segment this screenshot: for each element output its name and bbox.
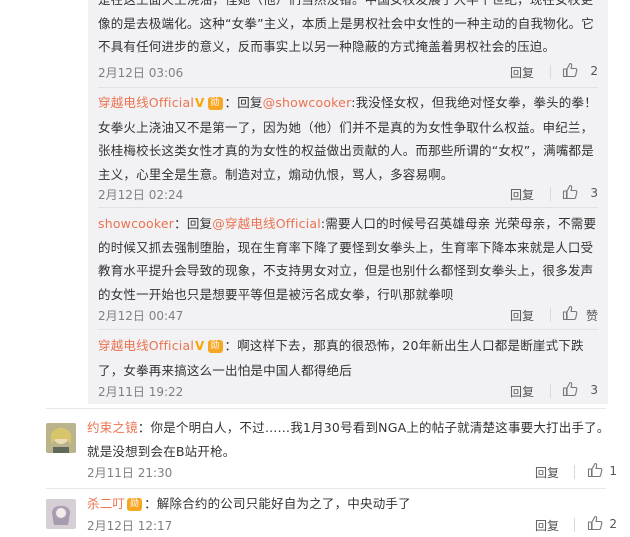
like-count: 2 [609,517,617,531]
like-button[interactable]: 3 [562,381,598,403]
thumbs-up-icon [587,462,603,478]
like-button[interactable]: 2 [562,62,598,84]
meta-separator [574,518,575,532]
thumbs-up-icon [587,515,603,531]
reply-divider [98,207,598,208]
reply-text: 是在这上面火上浇油，怪她（他）们当然没错。中国女权发展了大半个世纪，现在女权更像… [98,0,594,54]
like-button[interactable]: 1 [587,462,617,484]
avatar[interactable] [46,499,76,529]
reply-item: showcooker：回复@穿越电线Official:需要人口的时候号召英雄母亲… [98,212,598,323]
like-count: 赞 [585,309,598,323]
medal-badge-icon: 勋 [127,498,143,511]
comment-body: ：解除合约的公司只能好自为之了，中央动手了 [144,496,411,511]
reply-username[interactable]: 穿越电线Official [98,338,194,353]
comment-username[interactable]: 杀二叮 [87,496,125,511]
reply-word: 回复 [237,95,263,110]
comment-text: 杀二叮勋：解除合约的公司只能好自为之了，中央动手了 [87,492,617,516]
reply-item: 是在这上面火上浇油，怪她（他）们当然没错。中国女权发展了大半个世纪，现在女权更像… [98,0,598,80]
comment-username[interactable]: 约束之镜 [87,420,138,435]
medal-badge-icon: 勋 [207,340,223,353]
reply-time: 2月12日 00:47 [98,309,184,323]
comment-meta: 2月12日 12:17 回复 2 [87,515,617,537]
reply-button[interactable]: 回复 [510,186,534,203]
avatar-image [46,423,76,453]
mention-link[interactable]: @showcooker [263,95,352,110]
avatar-image [46,499,76,529]
reply-username[interactable]: showcooker [98,216,174,231]
reply-button[interactable]: 回复 [510,307,534,324]
reply-meta: 2月12日 00:47 回复 赞 [98,305,598,327]
reply-meta: 2月11日 19:22 回复 3 [98,381,598,403]
reply-text: 穿越电线OfficialV 勋：回复@showcooker:我没怪女权，但我绝对怪… [98,91,598,186]
meta-separator [550,384,551,398]
comment-divider [46,488,606,489]
comment-item: 杀二叮勋：解除合约的公司只能好自为之了，中央动手了 2月12日 12:17 回复… [87,492,617,533]
like-count: 3 [590,383,598,397]
meta-separator [550,308,551,322]
meta-separator [574,465,575,479]
reply-item: 穿越电线OfficialV 勋：回复@showcooker:我没怪女权，但我绝对怪… [98,91,598,202]
like-button[interactable]: 赞 [562,305,598,327]
like-button[interactable]: 3 [562,184,598,206]
like-count: 3 [590,186,598,200]
reply-divider [98,329,598,330]
comment-body: ：你是个明白人，不过……我1月30号看到NGA上的帖子就清楚这事要大打出手了。就… [87,420,610,459]
meta-separator [550,65,551,79]
thumbs-up-icon [562,381,578,397]
reply-word: 回复 [186,216,213,231]
like-count: 2 [590,64,598,78]
reply-button[interactable]: 回复 [535,464,559,481]
comment-meta: 2月11日 21:30 回复 1 [87,462,617,484]
reply-time: 2月12日 02:24 [98,188,184,202]
thumbs-up-icon [562,62,578,78]
reply-text: 穿越电线OfficialV 勋：啊这样下去，那真的很恐怖，20年新出生人口都是断崖… [98,334,598,382]
reply-divider [98,87,598,88]
reply-button[interactable]: 回复 [535,517,559,534]
reply-time: 2月11日 19:22 [98,385,184,399]
reply-text: showcooker：回复@穿越电线Official:需要人口的时候号召英雄母亲… [98,216,597,302]
comment-divider [46,408,606,409]
reply-meta: 2月12日 02:24 回复 3 [98,184,598,206]
reply-button[interactable]: 回复 [510,64,534,81]
comment-time: 2月11日 21:30 [87,466,173,480]
comment-time: 2月12日 12:17 [87,519,173,533]
like-button[interactable]: 2 [587,515,617,537]
comment-text: 约束之镜：你是个明白人，不过……我1月30号看到NGA上的帖子就清楚这事要大打出… [87,416,617,463]
like-count: 1 [609,464,617,478]
mention-link[interactable]: @穿越电线Official [212,216,321,231]
verified-badge-icon: V [195,339,205,353]
reply-meta: 2月12日 03:06 回复 2 [98,62,598,84]
verified-badge-icon: V [195,96,205,110]
avatar[interactable] [46,423,76,453]
thumbs-up-icon [562,184,578,200]
reply-time: 2月12日 03:06 [98,66,184,80]
reply-button[interactable]: 回复 [510,383,534,400]
thumbs-up-icon [562,305,578,321]
reply-username[interactable]: 穿越电线Official [98,95,194,110]
reply-item: 穿越电线OfficialV 勋：啊这样下去，那真的很恐怖，20年新出生人口都是断崖… [98,334,598,399]
meta-separator [550,187,551,201]
medal-badge-icon: 勋 [207,97,223,110]
comment-item: 约束之镜：你是个明白人，不过……我1月30号看到NGA上的帖子就清楚这事要大打出… [87,416,617,480]
